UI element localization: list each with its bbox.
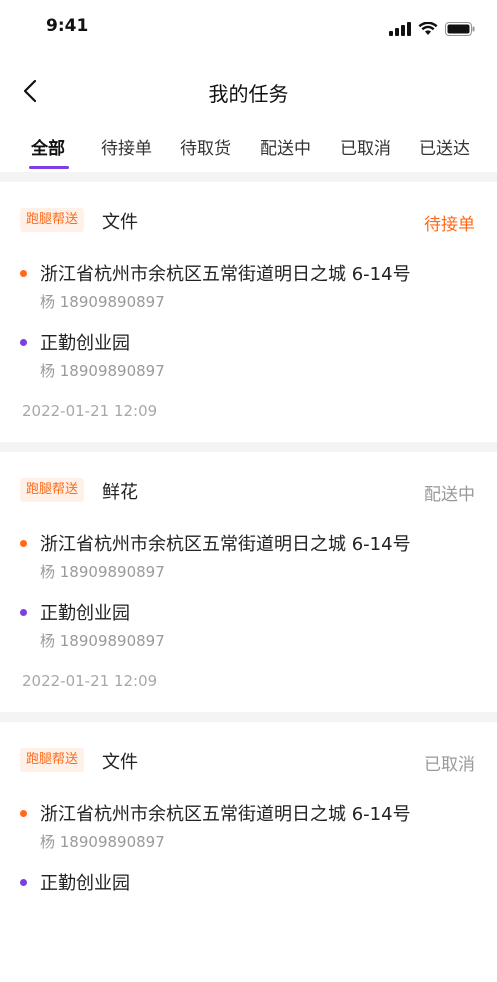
pickup-dot: [20, 540, 27, 547]
dropoff-dot: [20, 339, 27, 346]
status-bar: 9:41: [0, 0, 497, 54]
pickup-contact: 杨 18909890897: [40, 563, 165, 581]
tab-pending-accept[interactable]: 待接单: [101, 134, 152, 159]
tab-delivered[interactable]: 已送达: [419, 134, 470, 159]
status-time: 9:41: [46, 16, 89, 36]
order-card[interactable]: 跑腿帮送 鲜花 配送中 浙江省杭州市余杭区五常街道明日之城 6-14号 杨 18…: [0, 452, 497, 712]
dropoff-address: 正勤创业园: [40, 333, 130, 354]
order-status: 配送中: [424, 485, 475, 505]
pickup-address: 浙江省杭州市余杭区五常街道明日之城 6-14号: [40, 534, 411, 555]
divider: [0, 712, 497, 722]
order-time: 2022-01-21 12:09: [22, 672, 158, 690]
pickup-address: 浙江省杭州市余杭区五常街道明日之城 6-14号: [40, 804, 411, 825]
service-badge: 跑腿帮送: [20, 748, 85, 772]
tab-active-indicator: [29, 166, 69, 169]
order-status: 待接单: [424, 215, 475, 235]
order-card[interactable]: 跑腿帮送 文件 待接单 浙江省杭州市余杭区五常街道明日之城 6-14号 杨 18…: [0, 182, 497, 442]
pickup-contact: 杨 18909890897: [40, 833, 165, 851]
dropoff-contact: 杨 18909890897: [40, 632, 165, 650]
status-icons: [389, 22, 475, 36]
tab-cancelled[interactable]: 已取消: [340, 134, 391, 159]
tab-all[interactable]: 全部: [31, 134, 65, 159]
signal-icon: [389, 22, 411, 36]
order-list: 跑腿帮送 文件 待接单 浙江省杭州市余杭区五常街道明日之城 6-14号 杨 18…: [0, 172, 497, 982]
dropoff-dot: [20, 609, 27, 616]
pickup-address: 浙江省杭州市余杭区五常街道明日之城 6-14号: [40, 264, 411, 285]
nav-bar: 我的任务: [0, 66, 497, 116]
cargo-type: 文件: [102, 752, 138, 773]
order-card[interactable]: 跑腿帮送 文件 已取消 浙江省杭州市余杭区五常街道明日之城 6-14号 杨 18…: [0, 722, 497, 982]
tab-delivering[interactable]: 配送中: [260, 134, 311, 159]
divider: [0, 172, 497, 182]
cargo-type: 文件: [102, 212, 138, 233]
service-badge: 跑腿帮送: [20, 208, 85, 232]
divider: [0, 442, 497, 452]
tab-bar: 全部 待接单 待取货 配送中 已取消 已送达: [0, 122, 497, 170]
cargo-type: 鲜花: [102, 482, 138, 503]
service-badge: 跑腿帮送: [20, 478, 85, 502]
wifi-icon: [418, 22, 438, 35]
dropoff-address: 正勤创业园: [40, 603, 130, 624]
battery-icon: [445, 22, 475, 36]
order-time: 2022-01-21 12:09: [22, 402, 158, 420]
order-status: 已取消: [424, 755, 475, 775]
page-title: 我的任务: [208, 82, 289, 106]
pickup-dot: [20, 810, 27, 817]
tab-pending-pickup[interactable]: 待取货: [180, 134, 231, 159]
pickup-dot: [20, 270, 27, 277]
pickup-contact: 杨 18909890897: [40, 293, 165, 311]
dropoff-address: 正勤创业园: [40, 873, 130, 894]
dropoff-contact: 杨 18909890897: [40, 362, 165, 380]
